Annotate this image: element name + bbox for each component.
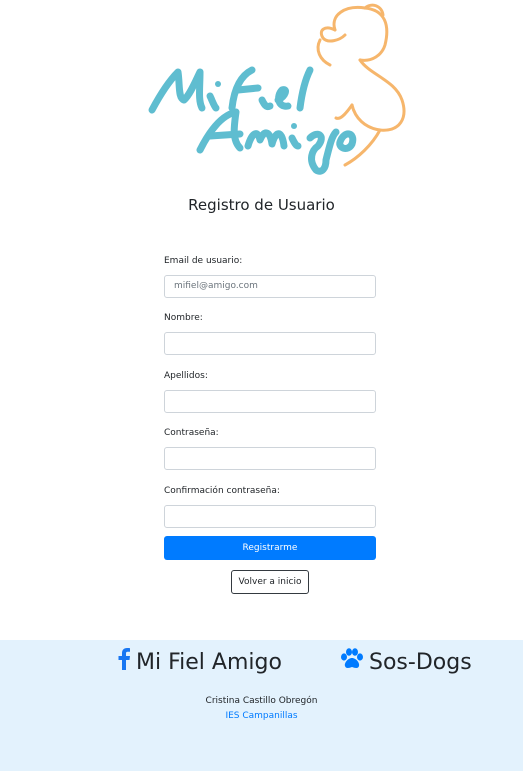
password-group: Contraseña: xyxy=(164,427,376,470)
apellidos-field[interactable] xyxy=(164,389,376,413)
footer: Mi Fiel Amigo Sos-Dogs Cristina Castillo… xyxy=(0,640,523,771)
back-home-button[interactable]: Volver a inicio xyxy=(231,570,309,594)
facebook-link[interactable]: Mi Fiel Amigo xyxy=(117,648,282,676)
nombre-field[interactable] xyxy=(164,331,376,355)
apellidos-label: Apellidos: xyxy=(164,371,208,381)
password-confirm-label: Confirmación contraseña: xyxy=(164,486,280,496)
brand-script-icon xyxy=(148,66,357,175)
email-label: Email de usuario: xyxy=(164,256,243,266)
school-link[interactable]: IES Campanillas xyxy=(0,711,523,721)
facebook-link-label: Mi Fiel Amigo xyxy=(136,649,282,675)
password-confirm-group: Confirmación contraseña: xyxy=(164,485,376,528)
email-group: Email de usuario: xyxy=(164,255,376,298)
page-title: Registro de Usuario xyxy=(188,196,335,214)
password-field[interactable] xyxy=(164,446,376,470)
nombre-label: Nombre: xyxy=(164,313,203,323)
email-field[interactable] xyxy=(164,274,376,298)
sos-dogs-link[interactable]: Sos-Dogs xyxy=(340,648,472,676)
password-confirm-field[interactable] xyxy=(164,504,376,528)
nombre-group: Nombre: xyxy=(164,312,376,355)
password-label: Contraseña: xyxy=(164,428,219,438)
footer-author: Cristina Castillo Obregón xyxy=(205,696,318,706)
sos-dogs-link-label: Sos-Dogs xyxy=(369,649,472,675)
facebook-icon xyxy=(117,648,131,676)
register-button[interactable]: Registrarme xyxy=(164,536,376,560)
apellidos-group: Apellidos: xyxy=(164,370,376,413)
paw-icon xyxy=(340,648,364,676)
site-logo[interactable] xyxy=(140,0,420,180)
dot-decor xyxy=(291,123,297,129)
dot-decor xyxy=(215,81,221,87)
logo-graphic xyxy=(148,3,406,175)
